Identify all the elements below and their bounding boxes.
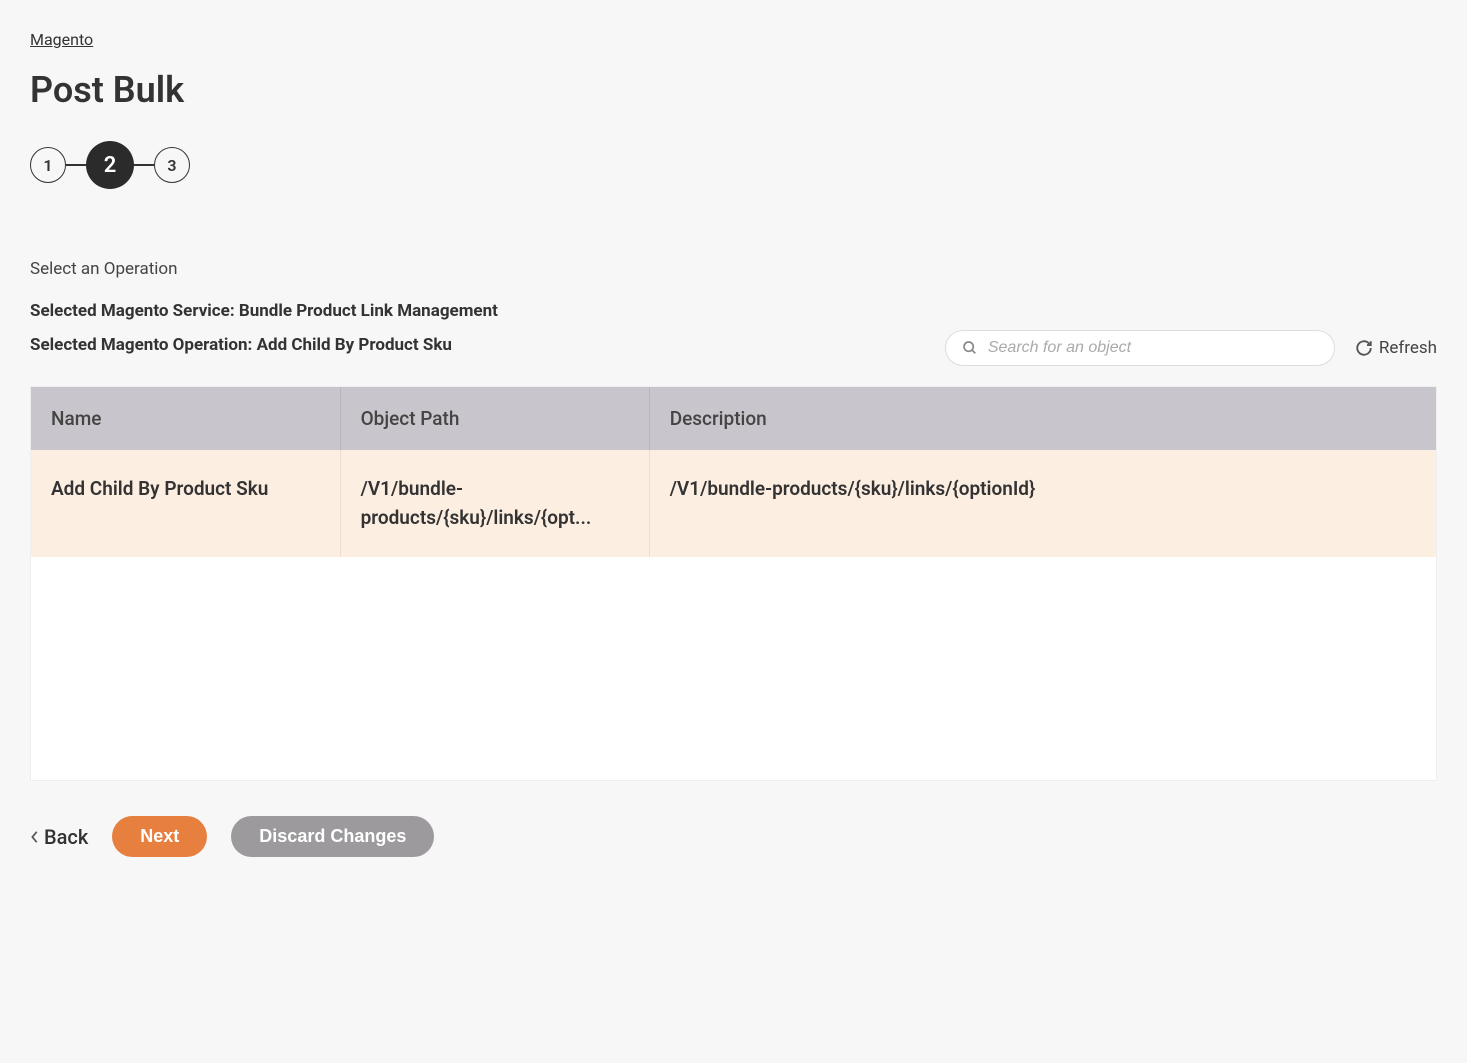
search-input[interactable]: [988, 339, 1318, 357]
refresh-label: Refresh: [1379, 338, 1437, 358]
step-2[interactable]: 2: [86, 141, 134, 189]
refresh-icon: [1355, 339, 1373, 357]
cell-name: Add Child By Product Sku: [31, 450, 340, 557]
cell-desc: /V1/bundle-products/{sku}/links/{optionI…: [649, 450, 1436, 557]
selected-service: Selected Magento Service: Bundle Product…: [30, 299, 498, 325]
chevron-left-icon: [30, 830, 40, 844]
page-title: Post Bulk: [30, 69, 1437, 111]
cell-path: /V1/bundle-products/{sku}/links/{opt...: [340, 450, 649, 557]
th-desc: Description: [649, 387, 1436, 450]
th-path: Object Path: [340, 387, 649, 450]
selected-operation: Selected Magento Operation: Add Child By…: [30, 333, 498, 359]
table-container: Name Object Path Description Add Child B…: [30, 386, 1437, 781]
step-connector: [134, 164, 154, 166]
step-connector: [66, 164, 86, 166]
section-label: Select an Operation: [30, 259, 1437, 279]
breadcrumb-link[interactable]: Magento: [30, 30, 93, 49]
back-label: Back: [44, 825, 88, 849]
stepper: 1 2 3: [30, 141, 1437, 189]
discard-button[interactable]: Discard Changes: [231, 816, 434, 857]
next-button[interactable]: Next: [112, 816, 207, 857]
footer: Back Next Discard Changes: [30, 816, 1437, 857]
refresh-button[interactable]: Refresh: [1355, 338, 1437, 358]
search-box[interactable]: [945, 330, 1335, 366]
step-1[interactable]: 1: [30, 147, 66, 183]
operation-table: Name Object Path Description Add Child B…: [31, 387, 1436, 557]
info-text: Selected Magento Service: Bundle Product…: [30, 299, 498, 366]
step-3[interactable]: 3: [154, 147, 190, 183]
search-icon: [962, 340, 978, 356]
back-button[interactable]: Back: [30, 825, 88, 849]
table-row[interactable]: Add Child By Product Sku /V1/bundle-prod…: [31, 450, 1436, 557]
th-name: Name: [31, 387, 340, 450]
